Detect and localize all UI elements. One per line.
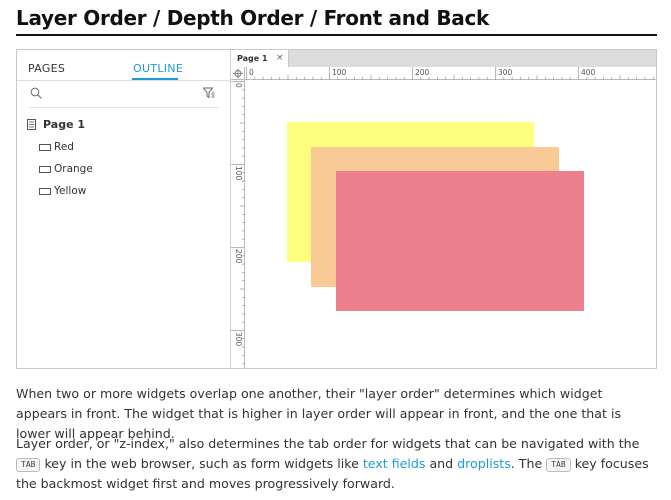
text-span: and	[425, 456, 458, 471]
tab-key-badge: TAB	[16, 458, 41, 472]
ruler-label: 200	[234, 249, 243, 264]
crosshair-icon	[233, 68, 243, 79]
text-span: . The	[510, 456, 547, 471]
vertical-ruler: 0 100 200 300	[231, 80, 245, 368]
tree-page-item[interactable]: Page 1	[27, 118, 85, 131]
filter-icon[interactable]	[203, 87, 215, 99]
close-icon[interactable]: ×	[276, 53, 284, 63]
search-divider	[29, 107, 219, 108]
tree-item-orange[interactable]: Orange	[39, 163, 93, 175]
red-widget[interactable]	[336, 171, 584, 311]
tree-item-yellow[interactable]: Yellow	[39, 185, 86, 197]
screenshot-frame: PAGES OUTLINE Page 1 Red Orange Yellow P…	[16, 49, 657, 369]
ruler-label: 0	[234, 83, 243, 88]
rectangle-icon	[39, 143, 51, 151]
tab-outline[interactable]: OUTLINE	[133, 62, 183, 75]
ruler-label: 200	[415, 68, 430, 77]
design-canvas[interactable]	[246, 81, 656, 368]
tab-key-badge: TAB	[546, 458, 571, 472]
tab-pages[interactable]: PAGES	[28, 62, 65, 75]
ruler-corner	[231, 67, 245, 80]
tree-item-red[interactable]: Red	[39, 141, 74, 153]
title-divider	[16, 34, 657, 36]
tree-item-label: Orange	[54, 163, 93, 175]
text-span: key in the web browser, such as form wid…	[40, 456, 363, 471]
ruler-label: 300	[498, 68, 513, 77]
page-title: Layer Order / Depth Order / Front and Ba…	[16, 6, 490, 30]
ruler-label: 100	[234, 166, 243, 181]
tab-divider	[17, 80, 230, 81]
page-icon	[27, 119, 36, 130]
tab-page-1-label: Page 1	[237, 54, 268, 63]
ruler-label: 400	[581, 68, 596, 77]
paragraph-z-index: Layer order, or "z-index," also determin…	[16, 434, 657, 494]
tree-item-label: Red	[54, 141, 74, 153]
ruler-label: 100	[332, 68, 347, 77]
horizontal-ruler: 0 100 200 300 400	[245, 67, 656, 80]
ruler-label: 0	[249, 68, 254, 77]
droplists-link[interactable]: droplists	[457, 456, 511, 471]
vertical-ruler-ticks	[231, 81, 245, 365]
tree-item-label: Yellow	[54, 185, 87, 197]
text-span: Layer order, or "z-index," also determin…	[16, 436, 640, 451]
tree-page-label: Page 1	[43, 118, 86, 131]
document-tab-bar: Page 1 ×	[231, 50, 656, 67]
outline-panel: PAGES OUTLINE Page 1 Red Orange Yellow	[17, 50, 231, 368]
rectangle-icon	[39, 165, 51, 173]
rectangle-icon	[39, 187, 51, 195]
editor-area: Page 1 × 0 100 200 300 400 0 100 200 300	[231, 50, 656, 368]
ruler-label: 300	[234, 332, 243, 347]
search-icon[interactable]	[30, 87, 42, 99]
text-fields-link[interactable]: text fields	[363, 456, 426, 471]
tab-page-1[interactable]: Page 1 ×	[231, 50, 289, 67]
